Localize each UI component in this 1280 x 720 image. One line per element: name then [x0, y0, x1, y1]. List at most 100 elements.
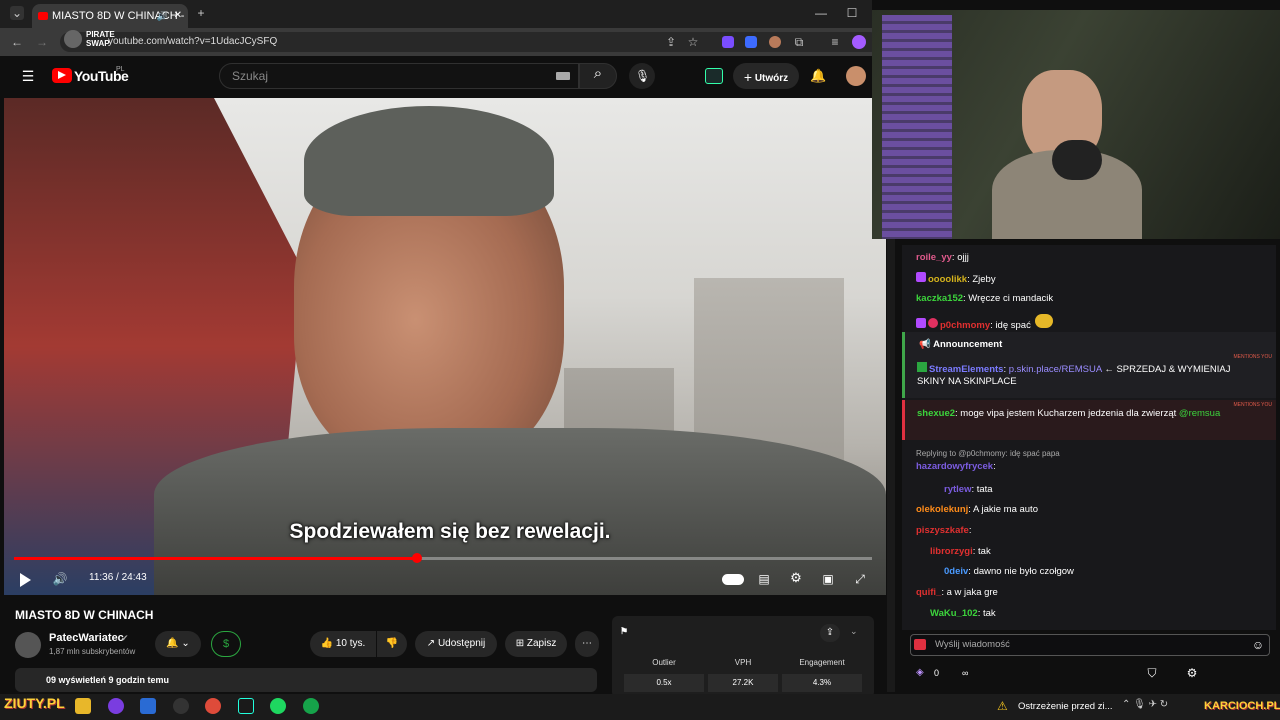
join-dollar-button[interactable]: $ [211, 631, 241, 657]
video-title: MIASTO 8D W CHINACH [15, 608, 154, 622]
play-icon[interactable] [20, 573, 31, 587]
chat-username[interactable]: olekolekunj [916, 504, 968, 515]
extension-icon[interactable] [745, 36, 757, 48]
warning-icon[interactable]: ⚠ [997, 699, 1008, 713]
video-progress-fill [14, 557, 418, 560]
subtitles-icon[interactable]: ▤ [757, 572, 771, 586]
menu-hamburger-icon[interactable]: ☰ [20, 69, 36, 83]
plus-icon: + [743, 69, 753, 85]
chat-text: : A jakie ma auto [968, 504, 1038, 515]
maximize-icon[interactable]: ☐ [845, 6, 859, 20]
chat-input-placeholder: Wyślij wiadomość [935, 639, 1010, 650]
subscriber-count: 1,87 mln subskrybentów [49, 647, 136, 656]
chat-username[interactable]: oooolikk [928, 274, 967, 285]
spotify-icon[interactable] [270, 698, 286, 714]
chat-username[interactable]: StreamElements [929, 364, 1003, 375]
chat-badge-icon [914, 639, 926, 650]
pirate-swap-badge: PIRATE SWAP [64, 28, 124, 50]
bookmark-star-icon[interactable]: ☆ [686, 35, 700, 49]
browser-tab[interactable]: MIASTO 8D W CHINACH - 🔊 ✕ [32, 4, 188, 28]
chat-message: librorzygi: tak [916, 546, 991, 558]
close-tab-icon[interactable]: ✕ [174, 4, 182, 28]
taskbar-notification[interactable]: Ostrzeżenie przed zi... [1018, 701, 1113, 712]
app-icon[interactable] [303, 698, 319, 714]
extension-logo-icon[interactable] [705, 68, 723, 84]
sub-badge-icon [916, 318, 926, 328]
announcement-link[interactable]: p.skin.place/REMSUA [1009, 364, 1102, 375]
speaker-icon[interactable]: 🔊 [157, 4, 168, 28]
profile-avatar[interactable] [852, 35, 866, 49]
file-explorer-icon[interactable] [75, 698, 91, 714]
channel-points-icon[interactable]: ◈ [916, 667, 924, 678]
chat-input[interactable]: Wyślij wiadomość [910, 634, 1270, 656]
search-input[interactable]: Szukaj [219, 63, 579, 89]
announcement-title: 📢 Announcement [919, 339, 1002, 350]
browser-tab-bar: ⌄ MIASTO 8D W CHINACH - 🔊 ✕ + — ☐ [0, 0, 872, 28]
export-icon[interactable]: ⇪ [820, 624, 840, 642]
obs-icon[interactable] [173, 698, 189, 714]
chat-text: : moge vipa jestem Kucharzem jedzenia dl… [955, 408, 1177, 419]
bell-icon: 🔔 ⌄ [166, 638, 190, 649]
view-count: 09 wyświetleń 9 godzin temu [46, 675, 170, 685]
tab-list-icon[interactable]: ⌄ [10, 6, 24, 20]
channel-name[interactable]: PatecWariatec [49, 632, 124, 644]
sub-badge-icon [916, 272, 926, 282]
stat-value: 4.3% [782, 674, 862, 692]
extension-icon[interactable] [769, 36, 781, 48]
extensions-puzzle-icon[interactable]: ⧉ [792, 35, 806, 49]
create-button[interactable]: + Utwórz [733, 63, 799, 89]
like-button[interactable]: 👍 10 tys. [310, 631, 376, 657]
install-icon[interactable]: ⇪ [664, 35, 678, 49]
autoplay-toggle[interactable] [722, 574, 744, 585]
chat-username[interactable]: hazardowyfrycek [916, 461, 993, 472]
calendar-icon[interactable] [140, 698, 156, 714]
emote-picker-icon[interactable]: ☺ [1251, 638, 1265, 652]
keyboard-icon[interactable] [556, 72, 570, 80]
share-button[interactable]: ↗ Udostępnij [415, 631, 497, 657]
mentions-label: MENTIONS YOU [1233, 402, 1272, 408]
chat-username[interactable]: piszyszkafe [916, 525, 969, 536]
announcement-box: 📢 Announcement MENTIONS YOU StreamElemen… [902, 332, 1276, 398]
subscribe-bell-button[interactable]: 🔔 ⌄ [155, 631, 201, 657]
shield-icon[interactable]: ⛉ [1146, 666, 1158, 680]
save-button[interactable]: ⊞ Zapisz [505, 631, 567, 657]
volume-icon[interactable]: 🔊 [52, 572, 68, 586]
channel-avatar[interactable] [15, 632, 41, 658]
chat-text: : Wręcze ci mandacik [963, 293, 1054, 304]
chat-username[interactable]: librorzygi [916, 546, 973, 557]
extension-icon[interactable] [722, 36, 734, 48]
chat-message: 0deiv: dawno nie było czołgow [916, 566, 1074, 578]
account-avatar[interactable] [846, 66, 866, 86]
chat-settings-gear-icon[interactable]: ⚙ [1186, 666, 1198, 680]
back-icon[interactable]: ← [10, 35, 24, 49]
chat-username[interactable]: WaKu_102 [916, 608, 978, 619]
chat-username[interactable]: roile_yy [916, 252, 952, 263]
chat-username[interactable]: 0deiv [916, 566, 968, 577]
app-icon[interactable] [108, 698, 124, 714]
new-tab-icon[interactable]: + [194, 6, 208, 20]
chat-username[interactable]: shexue2 [917, 408, 955, 419]
dislike-button[interactable]: 👎 [377, 631, 407, 657]
fullscreen-icon[interactable]: ⤢ [853, 572, 867, 586]
miniplayer-icon[interactable]: ▣ [821, 572, 835, 586]
more-actions-button[interactable]: ⋯ [575, 631, 599, 657]
address-bar[interactable]: youtube.com/watch?v=1UdacJCySFQ [60, 32, 880, 52]
minimize-icon[interactable]: — [814, 6, 828, 20]
streaming-app-icon[interactable] [238, 698, 254, 714]
collapse-chevron-icon[interactable]: ⌄ [850, 626, 858, 637]
chat-username[interactable]: kaczka152 [916, 293, 963, 304]
forward-icon[interactable]: → [35, 35, 49, 49]
chat-text: : Zjeby [967, 274, 996, 285]
notifications-bell-icon[interactable]: 🔔 [810, 69, 826, 83]
system-tray-icons[interactable]: ⌃ 🎙 ✈ ↻ [1122, 699, 1168, 710]
share-label: Udostępnij [437, 638, 486, 649]
chat-message: WaKu_102: tak [916, 608, 996, 620]
search-placeholder: Szukaj [232, 69, 269, 83]
chat-username[interactable]: p0chmomy [940, 320, 990, 331]
chat-text: : tak [972, 546, 991, 557]
chrome-icon[interactable] [205, 698, 221, 714]
chat-username[interactable]: quifi_ [916, 587, 941, 598]
settings-gear-icon[interactable]: ⚙ [789, 571, 803, 585]
chat-username[interactable]: rytlew [916, 484, 971, 495]
media-control-icon[interactable]: ≡ [828, 35, 842, 49]
